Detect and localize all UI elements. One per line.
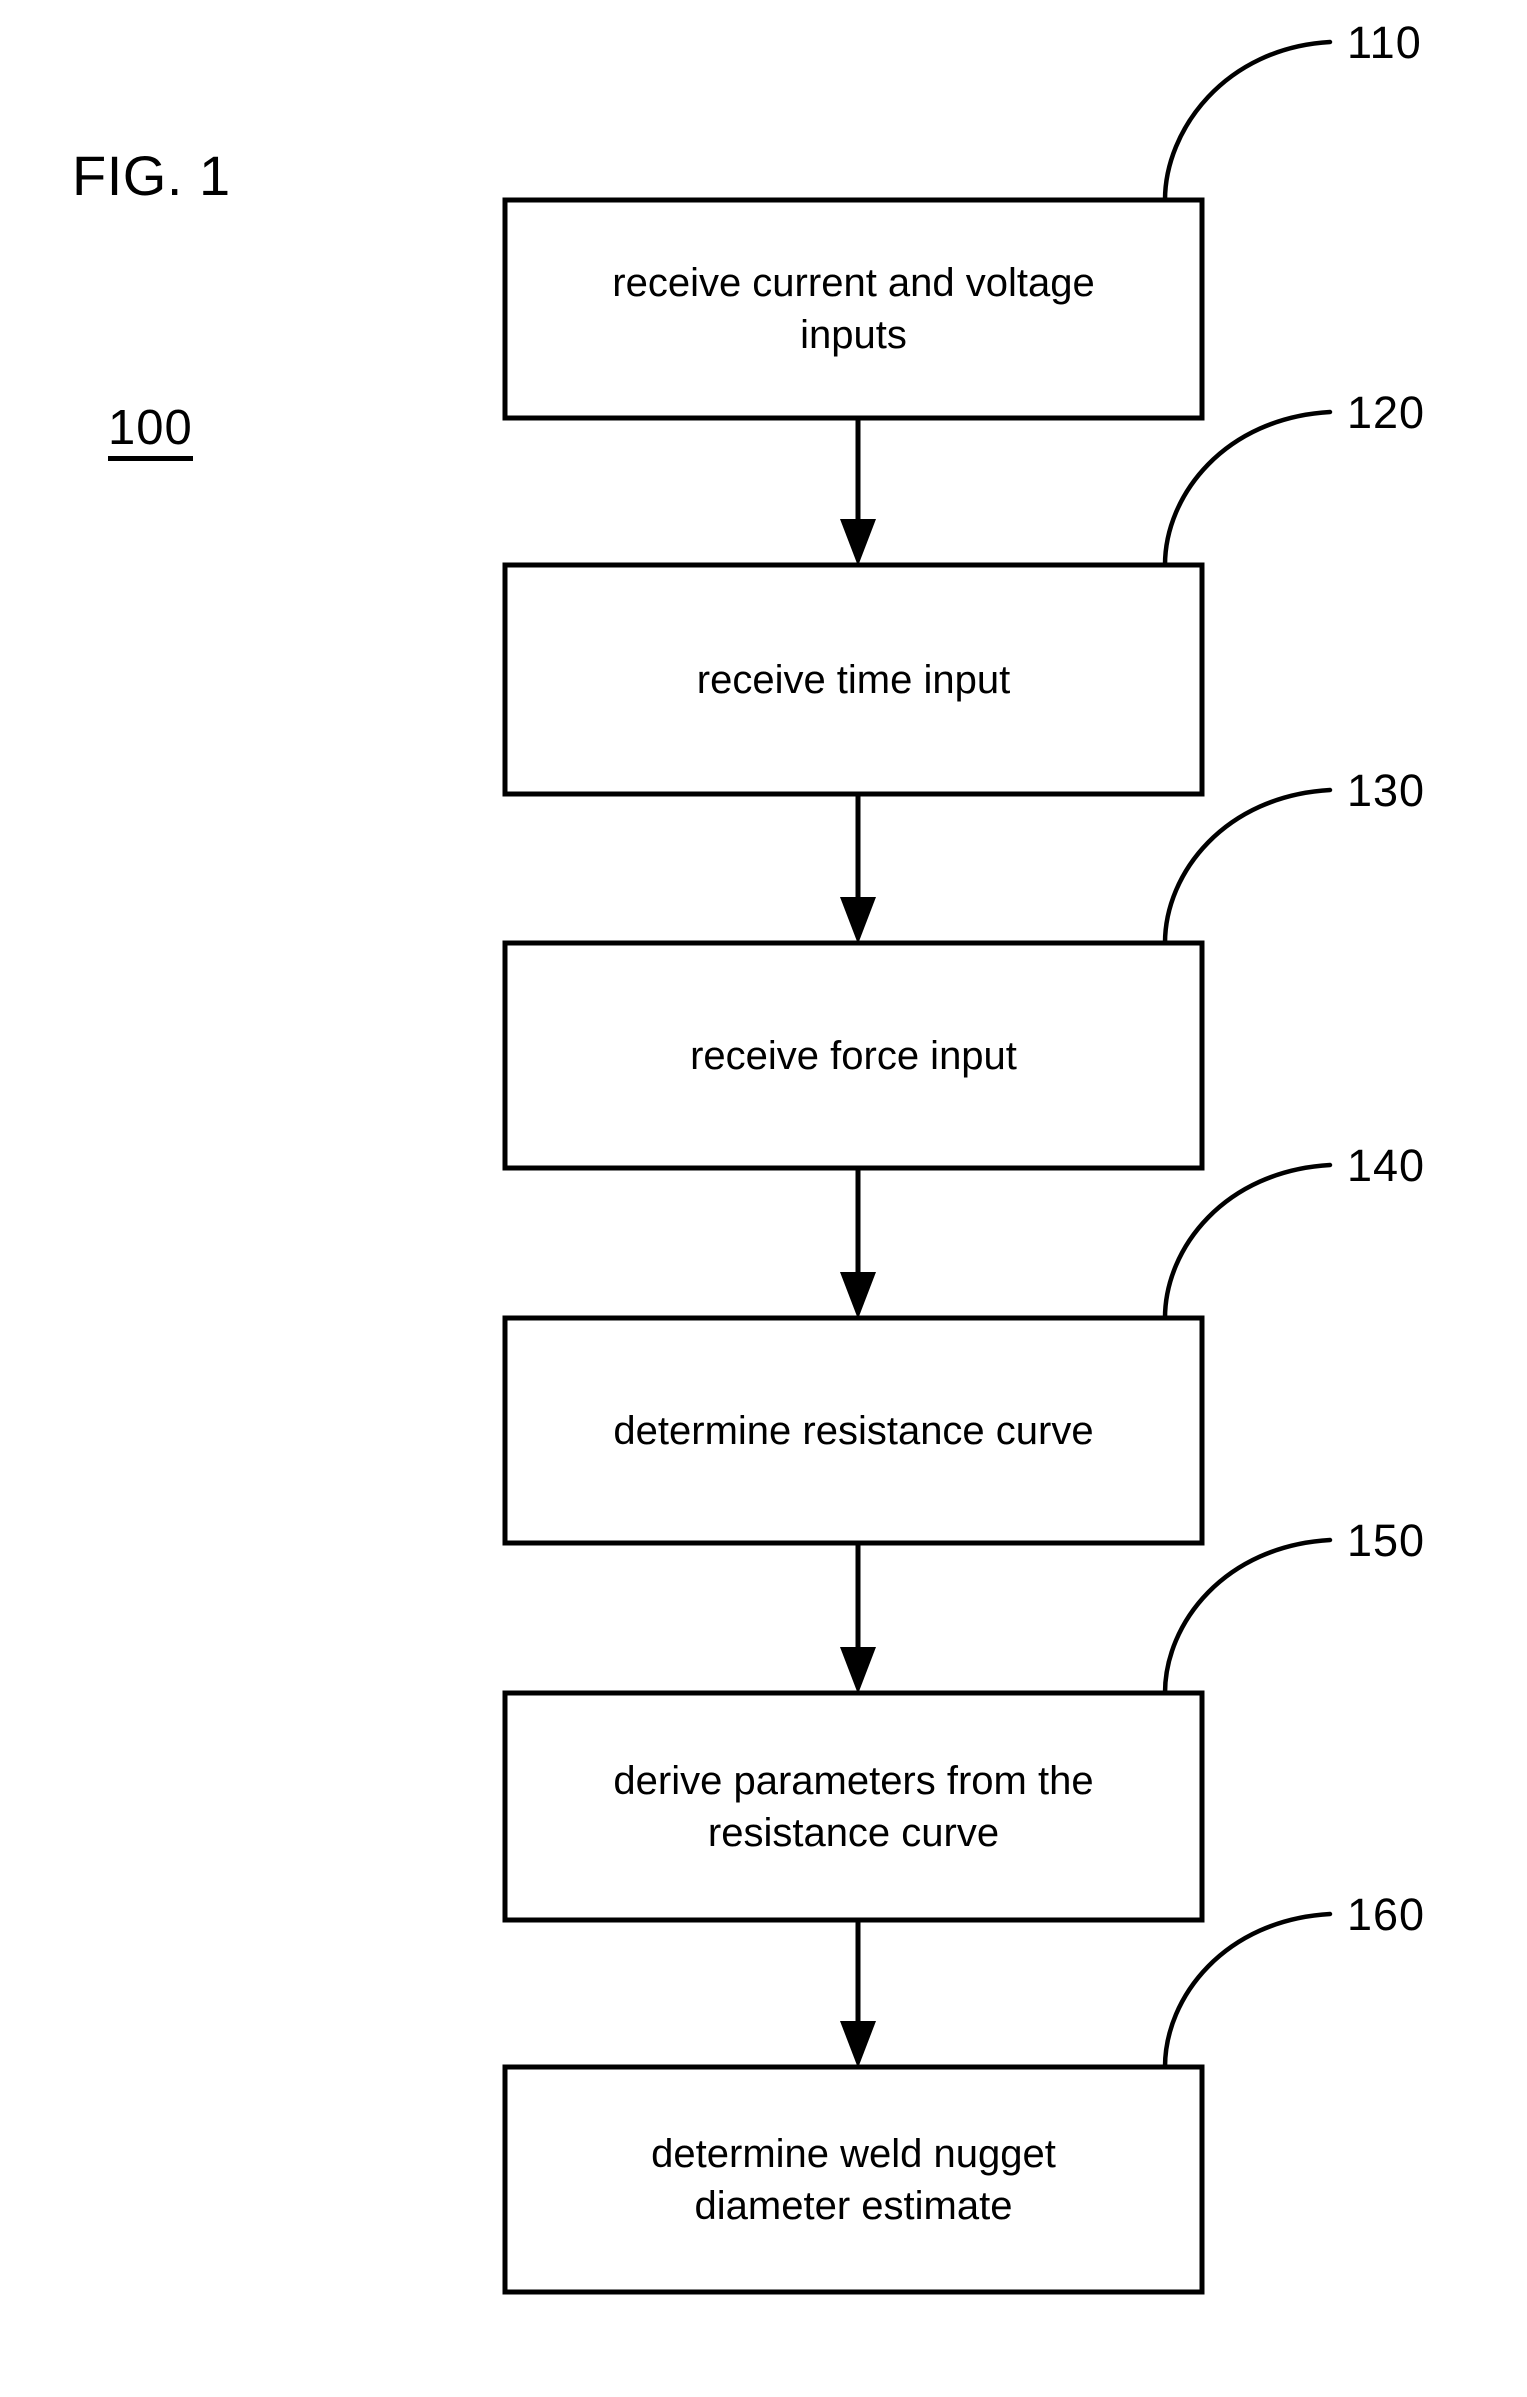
step-box-160[interactable]	[502, 2064, 1205, 2295]
figure-page: FIG. 1 100 receive current and voltage i…	[0, 0, 1527, 2397]
step-box-130[interactable]	[502, 940, 1205, 1171]
leader-line-120	[1162, 409, 1333, 568]
flowchart-canvas	[502, 39, 1333, 2295]
connector-110-120	[840, 418, 876, 566]
step-box-150[interactable]	[502, 1690, 1205, 1923]
connector-120-130	[840, 794, 876, 944]
ref-numeral-160: 160	[1347, 1889, 1426, 1940]
step-box-140[interactable]	[502, 1315, 1205, 1546]
step-box-120[interactable]	[502, 562, 1205, 797]
ref-numeral-140: 140	[1347, 1140, 1426, 1191]
leader-line-140	[1162, 1162, 1333, 1321]
leader-line-130	[1162, 787, 1333, 946]
connector-150-160	[840, 1920, 876, 2068]
ref-numeral-110: 110	[1347, 17, 1422, 68]
leader-line-110	[1162, 39, 1333, 203]
leader-line-160	[1162, 1911, 1333, 2070]
ref-numeral-150: 150	[1347, 1515, 1426, 1566]
ref-numeral-130: 130	[1347, 765, 1426, 816]
ref-numeral-120: 120	[1347, 387, 1426, 438]
step-box-110[interactable]	[502, 197, 1205, 421]
leader-line-150	[1162, 1537, 1333, 1696]
connector-130-140	[840, 1168, 876, 1319]
connector-140-150	[840, 1543, 876, 1694]
